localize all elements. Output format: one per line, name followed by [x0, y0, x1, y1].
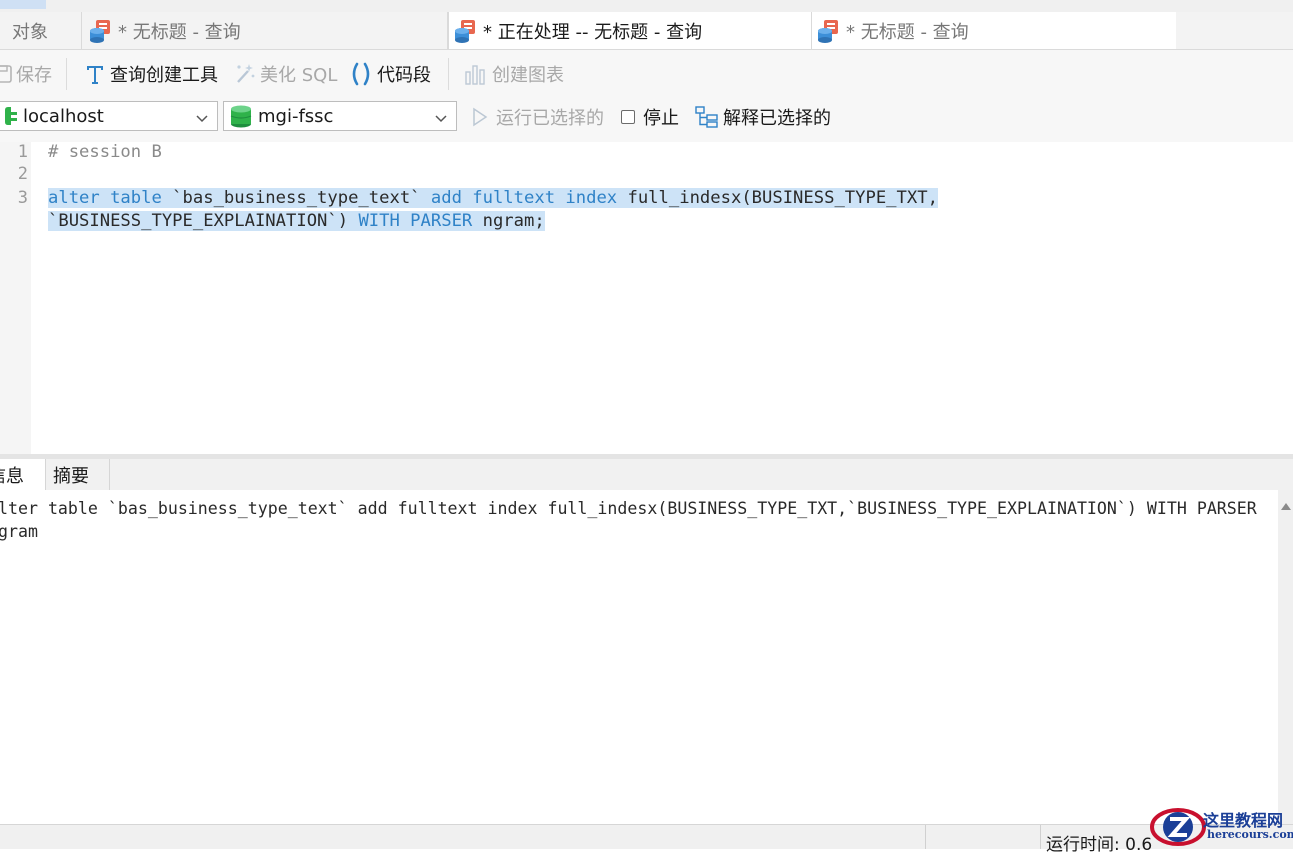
sql-keyword: add fulltext index	[430, 188, 618, 208]
tab-label: 信息	[0, 465, 24, 487]
sql-text: `BUSINESS_TYPE_EXPLAINATION`)	[48, 211, 359, 231]
tab-message[interactable]: 信息	[0, 459, 46, 490]
stop-toggle[interactable]: 停止	[621, 104, 679, 130]
parentheses-icon	[349, 62, 373, 86]
database-icon	[230, 104, 252, 128]
chevron-down-icon[interactable]	[195, 109, 209, 123]
query-icon	[453, 19, 477, 43]
scroll-up-icon[interactable]	[1281, 503, 1291, 510]
stop-label: 停止	[643, 108, 679, 129]
explain-selected-button[interactable]: 解释已选择的	[695, 104, 831, 130]
code-line-3-wrap: `BUSINESS_TYPE_EXPLAINATION`) WITH PARSE…	[48, 210, 545, 233]
tab-objects[interactable]: 对象	[0, 12, 82, 49]
connection-icon	[3, 106, 19, 126]
connection-value: localhost	[23, 105, 104, 127]
line-number-gutter: 1 2 3	[0, 142, 31, 454]
create-chart-button[interactable]: 创建图表	[464, 60, 564, 88]
query-icon	[816, 19, 840, 43]
save-button[interactable]: 保存	[0, 60, 52, 88]
tab-query-processing[interactable]: * 正在处理 -- 无标题 - 查询	[448, 12, 812, 49]
tab-query-untitled-1[interactable]: * 无标题 - 查询	[82, 12, 448, 49]
result-tab-bar: 信息 摘要	[0, 459, 1293, 491]
query-builder-icon	[84, 63, 106, 85]
toolbar-divider	[66, 58, 67, 90]
play-icon	[472, 107, 488, 127]
stop-checkbox[interactable]	[621, 110, 635, 124]
sql-text: `bas_business_type_text`	[161, 188, 431, 208]
status-divider	[1040, 825, 1041, 849]
explain-icon	[695, 105, 719, 129]
line-number: 3	[17, 188, 28, 208]
status-divider	[925, 825, 926, 849]
beautify-sql-label: 美化 SQL	[260, 65, 338, 86]
explain-selected-label: 解释已选择的	[723, 108, 831, 129]
line-number: 1	[17, 142, 28, 162]
run-selected-button[interactable]: 运行已选择的	[472, 104, 604, 130]
code-snippet-label: 代码段	[377, 65, 431, 86]
save-icon	[0, 64, 12, 84]
query-toolbar: 保存 查询创建工具 美化 SQL 代码段 创建图表	[0, 50, 1293, 98]
tab-label: * 正在处理 -- 无标题 - 查询	[483, 21, 703, 43]
sql-keyword: WITH PARSER	[358, 211, 473, 231]
magic-wand-icon	[232, 62, 256, 86]
toolbar-divider	[448, 58, 449, 90]
run-selected-label: 运行已选择的	[496, 108, 604, 129]
watermark-url: herecours.com	[1207, 828, 1293, 841]
save-label: 保存	[16, 65, 52, 86]
connection-bar: localhost mgi-fssc 运行已选择的 停止 解释已选择的	[0, 98, 1293, 143]
message-text: alter table `bas_business_type_text` add…	[0, 499, 1257, 541]
tab-label: 对象	[12, 21, 48, 43]
tab-label: 摘要	[53, 465, 89, 487]
query-icon	[88, 19, 112, 43]
tab-query-untitled-2[interactable]: * 无标题 - 查询	[812, 12, 1176, 49]
tab-bar: 对象 * 无标题 - 查询 * 正在处理 -- 无标题 - 查询 * 无标题 -…	[0, 12, 1293, 50]
vertical-scrollbar[interactable]	[1278, 490, 1293, 824]
message-panel[interactable]: alter table `bas_business_type_text` add…	[0, 490, 1278, 824]
sql-keyword: alter table	[48, 188, 162, 208]
sql-text: ngram;	[472, 211, 545, 231]
code-line-1: # session B	[48, 142, 162, 162]
connection-select[interactable]: localhost	[0, 101, 218, 131]
status-bar: 运行时间: 0.6	[0, 824, 1293, 855]
tab-label: * 无标题 - 查询	[846, 21, 969, 43]
query-builder-label: 查询创建工具	[110, 65, 218, 86]
query-builder-button[interactable]: 查询创建工具	[84, 60, 218, 88]
chevron-down-icon[interactable]	[434, 109, 448, 123]
top-menu-highlight[interactable]	[0, 0, 46, 9]
beautify-sql-button[interactable]: 美化 SQL	[232, 60, 337, 88]
create-chart-label: 创建图表	[492, 65, 564, 86]
code-line-3: alter table `bas_business_type_text` add…	[48, 187, 938, 210]
watermark-logo-icon	[1148, 806, 1206, 853]
tab-summary[interactable]: 摘要	[46, 459, 110, 490]
sql-text: full_indesx(BUSINESS_TYPE_TXT,	[617, 188, 938, 208]
database-value: mgi-fssc	[258, 105, 334, 127]
chart-icon	[464, 62, 488, 86]
line-number: 2	[17, 164, 28, 184]
runtime-status: 运行时间: 0.6	[1046, 835, 1153, 855]
watermark: 这里教程网 herecours.com	[1148, 806, 1293, 848]
sql-editor[interactable]: 1 2 3 # session B alter table `bas_busin…	[0, 142, 1293, 454]
database-select[interactable]: mgi-fssc	[223, 101, 457, 131]
tab-label: * 无标题 - 查询	[118, 21, 241, 43]
code-snippet-button[interactable]: 代码段	[349, 60, 431, 88]
